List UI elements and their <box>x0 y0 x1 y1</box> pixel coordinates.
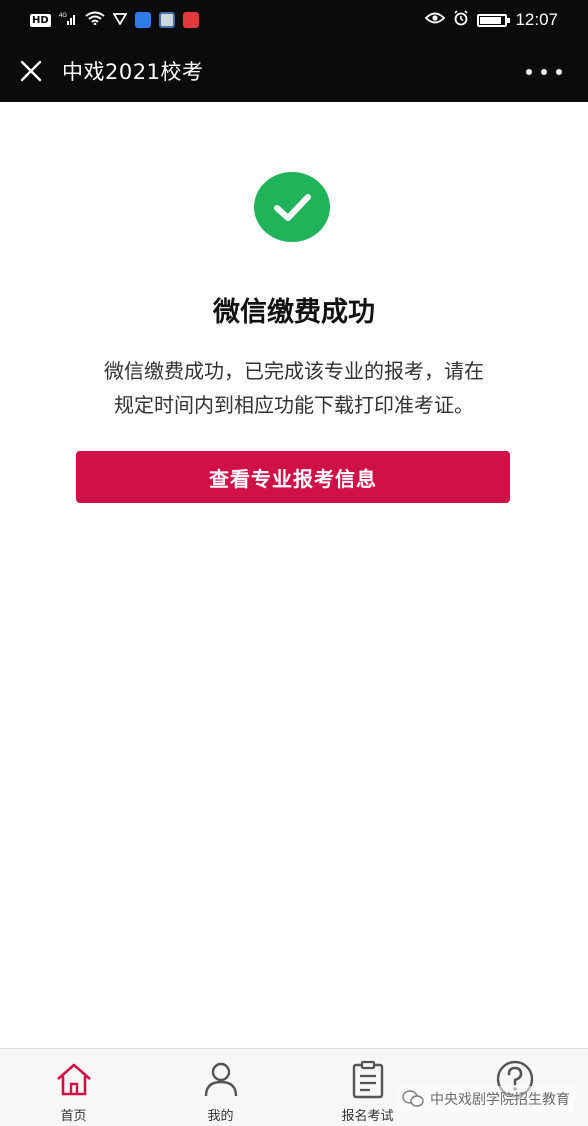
watermark-text: 中央戏剧学院招生教育 <box>430 1092 570 1108</box>
wechat-icon <box>402 1090 424 1107</box>
more-dot <box>556 69 562 75</box>
view-registration-info-button[interactable]: 查看专业报考信息 <box>76 451 510 503</box>
vpn-icon <box>112 11 128 29</box>
result-title: 微信缴费成功 <box>213 297 375 328</box>
status-right: 12:07 <box>425 10 558 30</box>
status-bar: HD 4G 12:07 <box>0 0 588 40</box>
eye-icon <box>425 11 446 29</box>
app-notification-icon <box>134 12 151 28</box>
user-icon <box>204 1062 237 1097</box>
alarm-icon <box>453 10 469 30</box>
tab-home[interactable]: 首页 <box>0 1049 147 1126</box>
tab-mine[interactable]: 我的 <box>147 1049 294 1126</box>
page-title: 中戏2021校考 <box>62 60 204 84</box>
more-dot <box>541 69 547 75</box>
check-circle-bg <box>254 172 330 242</box>
main-content: 微信缴费成功 微信缴费成功，已完成该专业的报考，请在 规定时间内到相应功能下载打… <box>0 102 588 1048</box>
clipboard-icon <box>352 1060 383 1099</box>
more-icon[interactable] <box>526 62 562 82</box>
hd-icon: HD <box>30 13 51 27</box>
tab-label: 我的 <box>207 1109 234 1124</box>
check-circle-icon <box>253 171 331 243</box>
result-description-line: 规定时间内到相应功能下载打印准考证。 <box>114 393 474 417</box>
result-description-line: 微信缴费成功，已完成该专业的报考，请在 <box>104 359 484 383</box>
app-notification-icon <box>182 12 199 28</box>
close-icon[interactable] <box>0 40 62 102</box>
svg-text:4G: 4G <box>59 13 67 19</box>
tab-label: 首页 <box>60 1109 87 1124</box>
more-dot <box>526 69 532 75</box>
status-left: HD 4G <box>30 11 199 29</box>
battery-icon <box>477 13 511 27</box>
title-bar: 中戏2021校考 <box>0 40 588 102</box>
result-description: 微信缴费成功，已完成该专业的报考，请在 规定时间内到相应功能下载打印准考证。 <box>52 354 536 422</box>
tab-label: 报名考试 <box>341 1109 394 1124</box>
wifi-icon <box>85 11 105 29</box>
app-notification-icon <box>158 12 175 28</box>
watermark: 中央戏剧学院招生教育 <box>398 1086 574 1112</box>
status-time: 12:07 <box>515 10 558 29</box>
home-icon <box>56 1063 91 1096</box>
signal-icon: 4G <box>59 11 77 29</box>
